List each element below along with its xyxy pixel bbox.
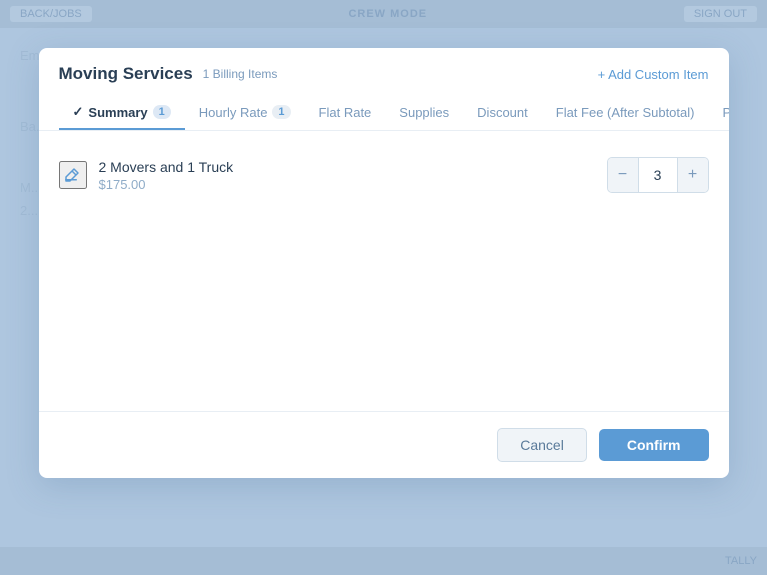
- tab-discount-label: Discount: [477, 105, 528, 120]
- edit-icon: [64, 166, 82, 184]
- tab-discount[interactable]: Discount: [463, 97, 542, 130]
- modal-tabs: ✓ Summary 1 Hourly Rate 1 Flat Rate Supp…: [39, 96, 729, 131]
- tab-summary-badge: 1: [153, 105, 171, 119]
- confirm-button[interactable]: Confirm: [599, 429, 709, 461]
- modal-overlay: Moving Services 1 Billing Items + Add Cu…: [0, 0, 767, 575]
- moving-services-modal: Moving Services 1 Billing Items + Add Cu…: [39, 48, 729, 478]
- quantity-stepper: − +: [607, 157, 709, 193]
- tab-hourly-rate-badge: 1: [272, 105, 290, 119]
- modal-footer: Cancel Confirm: [39, 411, 729, 478]
- edit-item-button[interactable]: [59, 161, 87, 189]
- modal-title: Moving Services: [59, 64, 193, 84]
- tab-summary[interactable]: ✓ Summary 1: [59, 96, 185, 130]
- tab-flat-rate[interactable]: Flat Rate: [305, 97, 386, 130]
- modal-body: 2 Movers and 1 Truck $175.00 − +: [39, 131, 729, 411]
- tab-flat-fee-after[interactable]: Flat Fee (After Subtotal): [542, 97, 709, 130]
- quantity-input[interactable]: [638, 158, 678, 192]
- item-name: 2 Movers and 1 Truck: [99, 159, 234, 175]
- add-custom-item-button[interactable]: + Add Custom Item: [598, 67, 709, 82]
- line-item-left: 2 Movers and 1 Truck $175.00: [59, 159, 234, 192]
- tab-hourly-rate-label: Hourly Rate: [199, 105, 268, 120]
- cancel-button[interactable]: Cancel: [497, 428, 587, 462]
- tab-supplies[interactable]: Supplies: [385, 97, 463, 130]
- tab-supplies-label: Supplies: [399, 105, 449, 120]
- tab-flat-fee-after-label: Flat Fee (After Subtotal): [556, 105, 695, 120]
- modal-title-group: Moving Services 1 Billing Items: [59, 64, 278, 84]
- tab-percent-fee[interactable]: Percent Fee (Aft...: [708, 97, 728, 130]
- tab-percent-fee-label: Percent Fee (Aft...: [722, 105, 728, 120]
- decrement-button[interactable]: −: [608, 158, 638, 192]
- line-item: 2 Movers and 1 Truck $175.00 − +: [59, 151, 709, 199]
- tab-flat-rate-label: Flat Rate: [319, 105, 372, 120]
- tab-summary-label: Summary: [88, 105, 147, 120]
- modal-header: Moving Services 1 Billing Items + Add Cu…: [39, 48, 729, 84]
- tab-summary-checkmark: ✓: [73, 104, 84, 120]
- billing-items-count: 1 Billing Items: [203, 67, 278, 81]
- increment-button[interactable]: +: [678, 158, 708, 192]
- item-price: $175.00: [99, 177, 234, 192]
- tab-hourly-rate[interactable]: Hourly Rate 1: [185, 97, 305, 130]
- line-item-info: 2 Movers and 1 Truck $175.00: [99, 159, 234, 192]
